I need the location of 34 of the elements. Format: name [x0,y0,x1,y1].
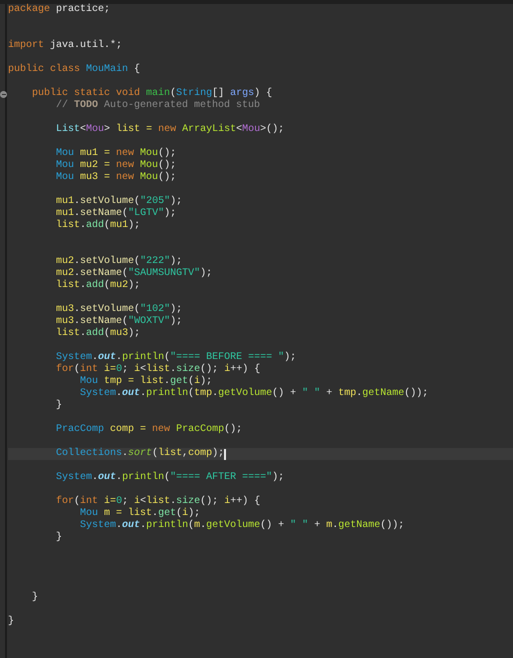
code-line: public static void main(String[] args) { [31,88,272,100]
code-line: mu3.setVolume("102"); [55,304,182,316]
code-line: Mou mu2 = new Mou(); [55,160,176,172]
code-line: Mou m = list.get(i); [79,508,200,520]
code-line: System.out.println(tmp.getVolume() + " " + tmp.getName()); [79,388,428,400]
code-line: // TODO Auto-generated method stub [55,100,260,112]
code-line: List<Mou> list = new ArrayList<Mou>(); [55,124,284,136]
code-line: public class MouMain { [8,64,140,76]
code-line: Mou tmp = list.get(i); [79,376,212,388]
text-cursor [224,448,226,460]
code-line: System.out.println("==== AFTER ===="); [55,472,284,484]
code-line: package practice; [8,4,110,16]
code-line: Collections.sort(list,comp); [55,448,224,460]
code-line: } [55,532,62,544]
code-line: import java.util.*; [8,40,122,52]
code-line: Mou mu3 = new Mou(); [55,172,176,184]
code-line: System.out.println(m.getVolume() + " " + m.getName()); [79,520,404,532]
code-line: for(int i=0; i<list.size(); i++) { [55,496,260,508]
code-line: list.add(mu1); [55,220,140,232]
code-line: mu1.setVolume("205"); [55,196,182,208]
code-line: } [8,616,14,628]
code-line: Mou mu1 = new Mou(); [55,148,176,160]
code-line: } [31,592,38,604]
fold-collapse-icon[interactable] [0,91,7,98]
code-line: mu2.setVolume("222"); [55,256,182,268]
code-line: mu3.setName("WOXTV"); [55,316,182,328]
code-line: list.add(mu3); [55,328,140,340]
code-line: list.add(mu2); [55,280,140,292]
code-line: mu2.setName("SAUMSUNGTV"); [55,268,212,280]
code-line: PracComp comp = new PracComp(); [55,424,242,436]
code-line: } [55,400,62,412]
code-line: for(int i=0; i<list.size(); i++) { [55,364,260,376]
code-line: System.out.println("==== BEFORE ==== "); [55,352,296,364]
code-line: mu1.setName("LGTV"); [55,208,176,220]
